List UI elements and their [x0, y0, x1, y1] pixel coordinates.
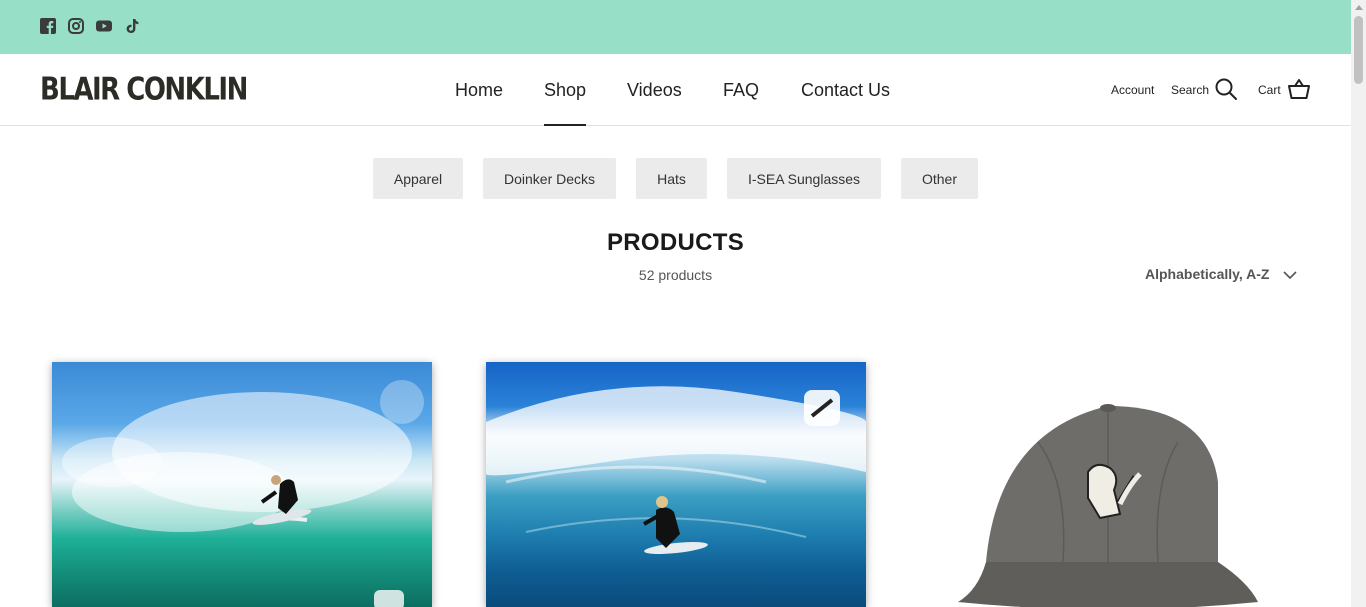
product-card-image[interactable] [486, 362, 866, 607]
cart-basket-icon[interactable] [1287, 77, 1311, 101]
social-bar [0, 0, 1351, 54]
site-header: BLAIR CONKLIN Home Shop Videos FAQ Conta… [0, 54, 1351, 126]
grey-hat-photo [958, 404, 1258, 607]
scroll-up-arrow-icon[interactable] [1355, 5, 1363, 10]
chevron-down-icon[interactable] [1283, 268, 1297, 282]
search-link[interactable]: Search [1171, 83, 1209, 97]
nav-faq[interactable]: FAQ [723, 80, 759, 101]
nav-contact-us[interactable]: Contact Us [801, 80, 890, 101]
nav-shop[interactable]: Shop [544, 80, 586, 101]
facebook-icon[interactable] [40, 18, 56, 34]
sort-dropdown[interactable]: Alphabetically, A-Z [1145, 266, 1269, 282]
product-card-image[interactable] [52, 362, 432, 607]
category-chip-doinker-decks[interactable]: Doinker Decks [483, 158, 616, 199]
brand-logo[interactable]: BLAIR CONKLIN [40, 72, 248, 108]
account-link[interactable]: Account [1111, 83, 1154, 97]
surfer-barrel-photo [486, 386, 866, 554]
vertical-scrollbar[interactable] [1351, 0, 1366, 607]
search-icon[interactable] [1214, 77, 1238, 101]
page-title: PRODUCTS [606, 229, 745, 256]
category-chip-hats[interactable]: Hats [636, 158, 707, 199]
category-chip-i-sea-sunglasses[interactable]: I-SEA Sunglasses [727, 158, 881, 199]
nav-active-indicator [544, 124, 586, 126]
category-chip-other[interactable]: Other [901, 158, 978, 199]
youtube-icon[interactable] [96, 18, 112, 34]
surfer-wave-photo [62, 380, 424, 607]
instagram-icon[interactable] [68, 18, 84, 34]
scrollbar-thumb[interactable] [1354, 16, 1363, 84]
category-chip-apparel[interactable]: Apparel [373, 158, 463, 199]
cart-link[interactable]: Cart [1258, 83, 1281, 97]
nav-videos[interactable]: Videos [627, 80, 682, 101]
tiktok-icon[interactable] [124, 18, 140, 34]
nav-home[interactable]: Home [455, 80, 503, 101]
brand-sticker-icon [804, 390, 840, 426]
product-card-image[interactable] [918, 362, 1298, 607]
